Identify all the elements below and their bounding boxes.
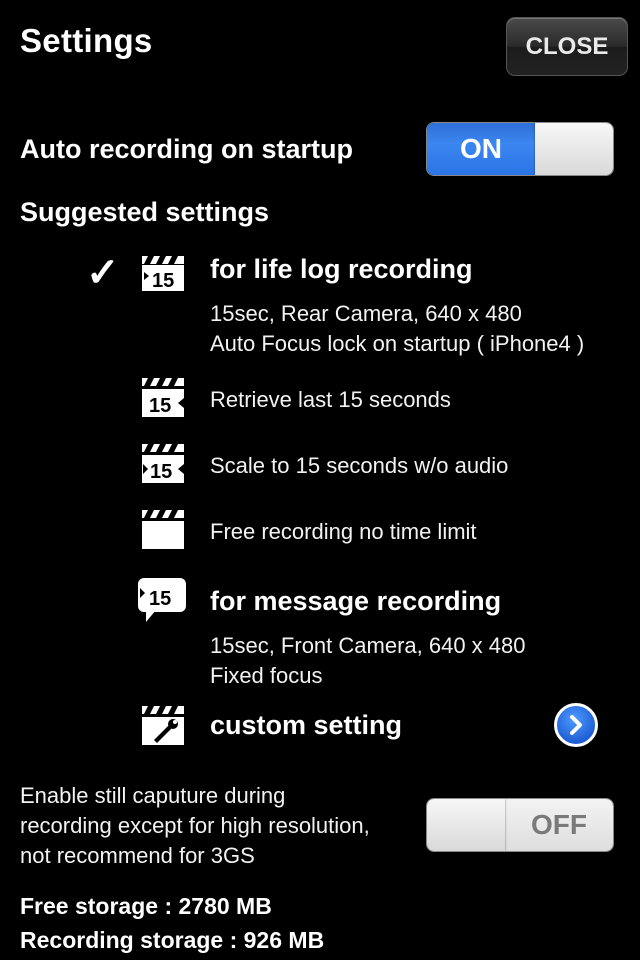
message-desc-line2: Fixed focus bbox=[210, 663, 323, 688]
toggle-off-text: OFF bbox=[505, 799, 613, 851]
toggle-knob bbox=[535, 123, 613, 175]
suggested-settings-heading: Suggested settings bbox=[20, 197, 270, 227]
icon-number: 15 bbox=[150, 461, 172, 483]
toggle-knob bbox=[427, 799, 505, 851]
message-title[interactable]: for message recording bbox=[210, 586, 501, 617]
recording-storage-text: Recording storage : 926 MB bbox=[20, 927, 325, 953]
auto-recording-label: Auto recording on startup bbox=[20, 134, 353, 164]
clapperboard-scale-icon[interactable]: 15 bbox=[140, 440, 186, 486]
speech-bubble-15-icon[interactable]: 15 bbox=[136, 576, 188, 626]
chevron-right-icon bbox=[570, 715, 582, 735]
life-log-title[interactable]: for life log recording bbox=[210, 254, 473, 285]
custom-setting-disclosure-button[interactable] bbox=[554, 703, 598, 747]
still-capture-line1: Enable still caputure during bbox=[20, 783, 286, 808]
life-log-desc-line2: Auto Focus lock on startup ( iPhone4 ) bbox=[210, 331, 585, 356]
auto-recording-toggle[interactable]: ON bbox=[426, 122, 614, 176]
checkmark-icon: ✓ bbox=[86, 251, 120, 295]
free-storage-text: Free storage : 2780 MB bbox=[20, 893, 272, 919]
icon-number: 15 bbox=[149, 588, 171, 610]
icon-number: 15 bbox=[152, 270, 174, 292]
retrieve-label[interactable]: Retrieve last 15 seconds bbox=[210, 387, 451, 413]
still-capture-toggle[interactable]: OFF bbox=[426, 798, 614, 852]
custom-setting-title[interactable]: custom setting bbox=[210, 710, 402, 741]
icon-number: 15 bbox=[149, 395, 171, 417]
still-capture-line2: recording except for high resolution, bbox=[20, 813, 370, 838]
clapperboard-free-icon[interactable] bbox=[140, 506, 186, 552]
close-button[interactable]: CLOSE bbox=[506, 17, 628, 76]
clapperboard-retrieve-icon[interactable]: 15 bbox=[140, 374, 186, 420]
clapperboard-custom-icon[interactable] bbox=[140, 702, 186, 748]
scale-label[interactable]: Scale to 15 seconds w/o audio bbox=[210, 453, 508, 479]
toggle-on-text: ON bbox=[427, 123, 535, 175]
page-title: Settings bbox=[20, 22, 153, 59]
clapperboard-15-icon[interactable]: 15 bbox=[140, 248, 186, 294]
life-log-desc-line1: 15sec, Rear Camera, 640 x 480 bbox=[210, 301, 522, 326]
message-desc-line1: 15sec, Front Camera, 640 x 480 bbox=[210, 633, 526, 658]
free-recording-label[interactable]: Free recording no time limit bbox=[210, 519, 477, 545]
still-capture-line3: not recommend for 3GS bbox=[20, 843, 255, 868]
